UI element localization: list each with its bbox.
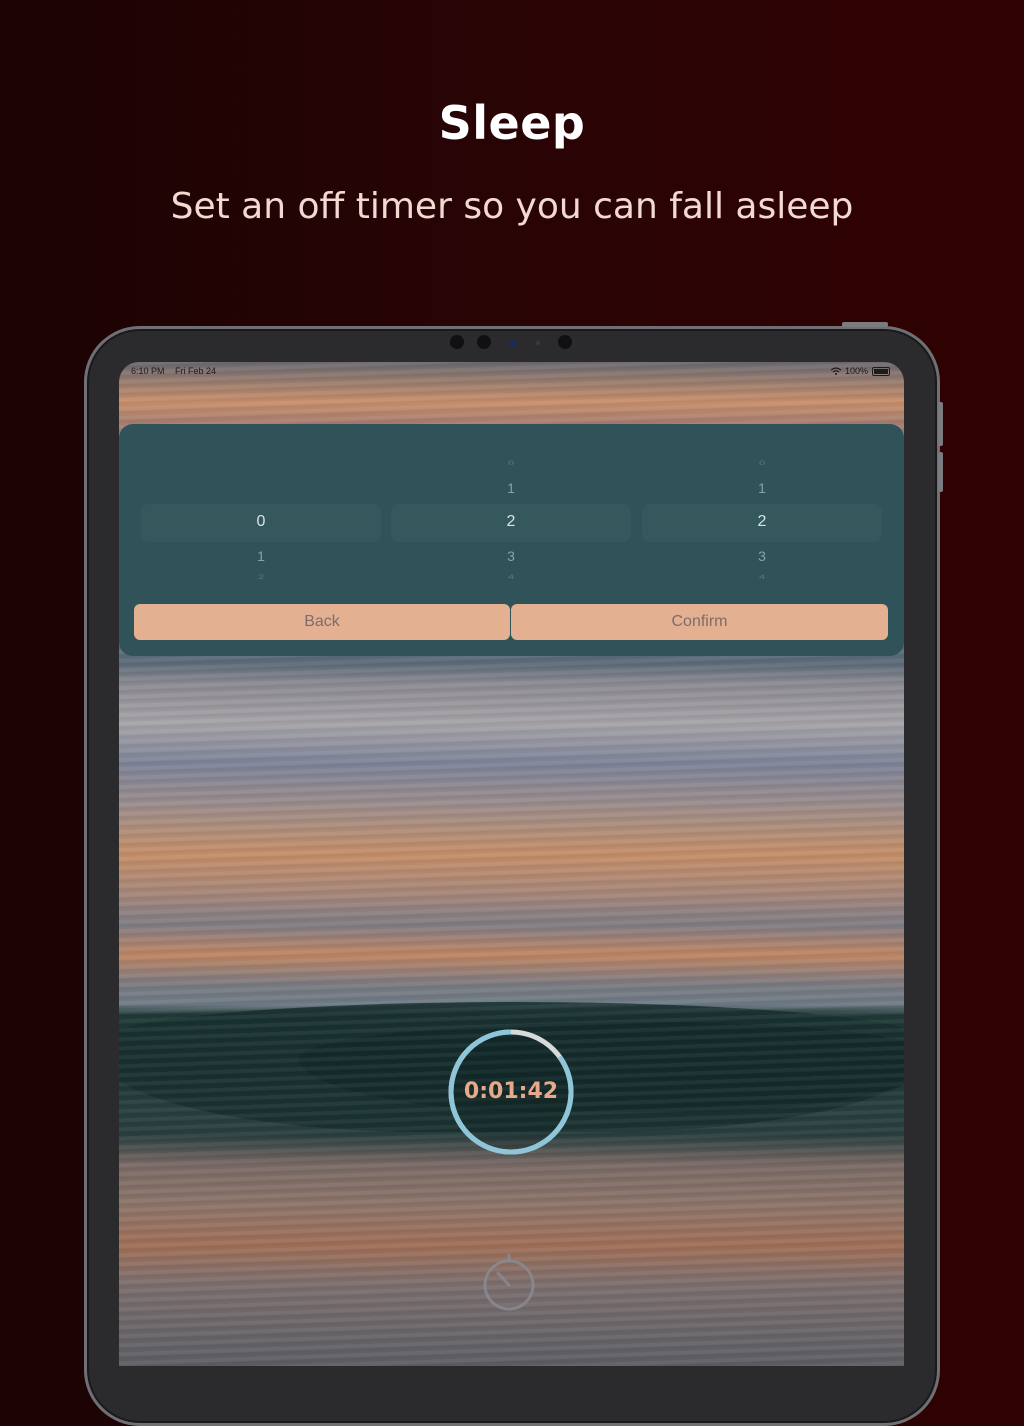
picker-selected-value: 2 xyxy=(757,513,767,530)
battery-icon xyxy=(872,366,890,376)
back-button[interactable]: Back xyxy=(134,604,510,640)
picker-column-hours[interactable]: 0 1 2 xyxy=(141,424,381,604)
volume-down-button xyxy=(938,452,943,492)
picker-value: 4 xyxy=(758,573,766,581)
status-time: 6:10 PM xyxy=(131,366,165,376)
picker-selected-value: 0 xyxy=(256,513,266,530)
picker-selected-value: 2 xyxy=(506,513,516,530)
sensor-dot xyxy=(477,335,491,349)
status-right: 100% xyxy=(830,366,890,376)
picker-value: 1 xyxy=(507,480,515,496)
status-date: Fri Feb 24 xyxy=(175,366,217,376)
countdown-time: 0:01:42 xyxy=(463,1079,559,1104)
picker-value: 2 xyxy=(257,573,265,581)
page-headline: Sleep xyxy=(438,96,586,150)
battery-percent: 100% xyxy=(844,366,868,376)
picker-value: 1 xyxy=(758,480,766,496)
sensor-dot xyxy=(450,335,464,349)
volume-up-button xyxy=(938,402,943,446)
wifi-icon xyxy=(830,367,841,375)
stopwatch-icon[interactable] xyxy=(479,1252,539,1312)
picker-value: 3 xyxy=(758,548,766,564)
countdown-ring[interactable]: 0:01:42 xyxy=(447,1028,575,1156)
picker-column-minutes[interactable]: 0 1 2 3 4 xyxy=(391,424,631,604)
picker-column-seconds[interactable]: 0 1 2 3 4 xyxy=(642,424,882,604)
top-button xyxy=(842,322,888,327)
picker-value: 4 xyxy=(507,573,515,581)
confirm-button[interactable]: Confirm xyxy=(511,604,888,640)
picker-value: 3 xyxy=(507,548,515,564)
picker-button-row: Back Confirm xyxy=(133,604,889,642)
picker-value: 0 xyxy=(758,459,766,467)
page-subtitle: Set an off timer so you can fall asleep xyxy=(170,186,854,227)
status-bar: 6:10 PM Fri Feb 24 100% xyxy=(119,362,904,382)
camera-icon xyxy=(509,339,517,347)
wave-shape xyxy=(299,1022,904,1112)
picker-value: 1 xyxy=(257,548,265,564)
sensor-dot xyxy=(536,341,540,345)
timer-picker-panel: 0 1 2 0 1 2 3 4 0 1 2 3 4 Back Confirm xyxy=(119,424,904,656)
app-screen: 6:10 PM Fri Feb 24 100% 0 1 2 0 1 2 3 4 … xyxy=(119,362,904,1366)
sensor-dot xyxy=(558,335,572,349)
picker-value: 0 xyxy=(507,459,515,467)
